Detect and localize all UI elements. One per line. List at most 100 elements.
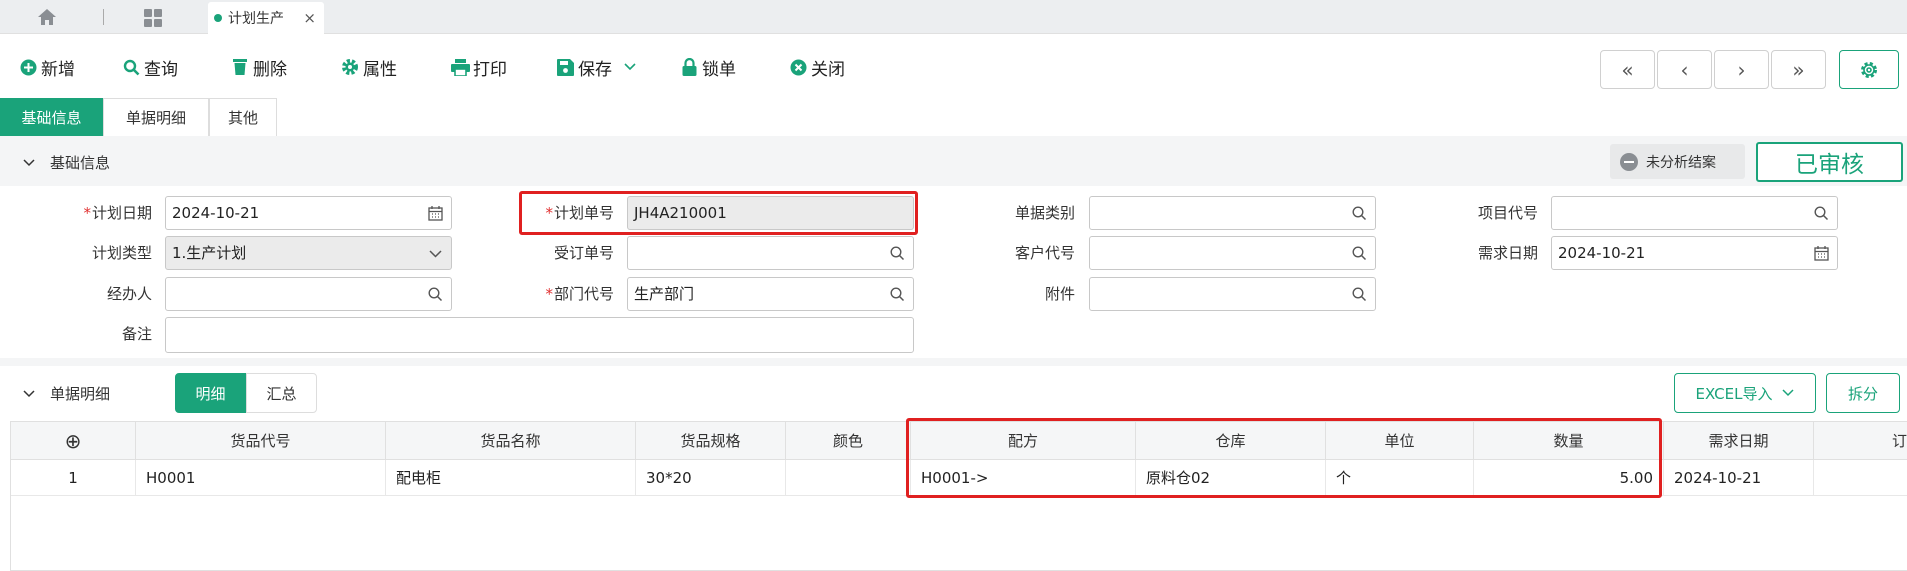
print-label: 打印 [473, 59, 507, 80]
query-label: 查询 [144, 59, 178, 80]
save-button[interactable]: 保存 [555, 56, 643, 80]
delete-label: 删除 [253, 59, 287, 80]
tab-plan-production[interactable]: 计划生产 × [208, 2, 324, 34]
query-button[interactable]: 查询 [121, 56, 178, 80]
col-header-item-spec[interactable]: 货品规格 [636, 422, 786, 460]
row-number: 1 [11, 460, 136, 496]
active-dot-icon [214, 14, 222, 22]
search-icon [121, 57, 141, 77]
properties-button[interactable]: 属性 [340, 56, 397, 80]
search-icon[interactable] [890, 287, 905, 302]
search-icon[interactable] [1352, 287, 1367, 302]
cell-demand-date[interactable]: 2024-10-21 [1664, 460, 1814, 496]
col-header-color[interactable]: 颜色 [786, 422, 911, 460]
plan-no-highlight [519, 191, 918, 235]
save-icon [555, 57, 575, 77]
chevron-down-icon[interactable] [428, 246, 443, 261]
basic-section-toggle[interactable]: 基础信息 [22, 152, 110, 173]
customer-code-label: 客户代号 [1014, 244, 1075, 262]
gear-icon [340, 57, 360, 77]
add-button[interactable]: 新增 [18, 56, 75, 80]
printer-icon [450, 57, 470, 77]
search-icon[interactable] [890, 246, 905, 261]
seg-summary[interactable]: 汇总 [246, 373, 317, 413]
first-record-button[interactable]: « [1600, 50, 1655, 89]
doc-type-label: 单据类别 [1014, 204, 1075, 222]
cell-item-name[interactable]: 配电柜 [386, 460, 636, 496]
search-icon[interactable] [1352, 246, 1367, 261]
detail-section-title: 单据明细 [50, 385, 111, 403]
cell-color[interactable] [786, 460, 911, 496]
col-header-item-name[interactable]: 货品名称 [386, 422, 636, 460]
close-button[interactable]: 关闭 [788, 56, 845, 80]
first-icon: « [1621, 57, 1634, 82]
tab-basic-info[interactable]: 基础信息 [0, 98, 103, 136]
search-icon[interactable] [1814, 206, 1829, 221]
remark-label: 备注 [121, 325, 152, 343]
minus-circle-icon [1620, 152, 1638, 171]
remark-field[interactable] [165, 317, 914, 353]
chevron-down-icon[interactable] [620, 57, 640, 77]
order-no-field[interactable] [627, 236, 914, 270]
section-divider [0, 358, 1907, 366]
plan-type-select[interactable]: 1.生产计划 [165, 236, 452, 270]
trash-icon [230, 57, 250, 77]
tab-other[interactable]: 其他 [209, 98, 277, 136]
handler-field[interactable] [165, 277, 452, 311]
demand-date-field[interactable]: 2024-10-21 [1551, 236, 1838, 270]
basic-section-title: 基础信息 [50, 154, 111, 172]
dept-code-field[interactable]: 生产部门 [627, 277, 914, 311]
approved-stamp: 已审核 [1756, 142, 1903, 182]
plus-circle-icon [18, 57, 38, 77]
order-no-label: 受订单号 [553, 244, 614, 262]
plan-date-label: *计划日期 [83, 204, 152, 222]
detail-section-toggle[interactable]: 单据明细 [22, 383, 110, 404]
lock-label: 锁单 [702, 59, 736, 80]
cell-partial[interactable] [1814, 460, 1907, 496]
prev-record-button[interactable]: ‹ [1657, 50, 1712, 89]
search-icon[interactable] [428, 287, 443, 302]
cell-item-code[interactable]: H0001 [136, 460, 386, 496]
tab-label: 计划生产 [228, 11, 284, 27]
close-circle-icon [788, 57, 808, 77]
add-label: 新增 [41, 59, 75, 80]
apps-grid-icon[interactable] [144, 9, 162, 27]
col-header-demand-date[interactable]: 需求日期 [1664, 422, 1814, 460]
calendar-icon[interactable] [428, 206, 443, 221]
plan-date-field[interactable]: 2024-10-21 [165, 196, 452, 230]
close-label: 关闭 [811, 59, 845, 80]
chevron-down-icon [23, 158, 35, 166]
chevron-down-icon [23, 389, 35, 397]
print-button[interactable]: 打印 [450, 56, 507, 80]
cell-item-spec[interactable]: 30*20 [636, 460, 786, 496]
demand-date-label: 需求日期 [1477, 244, 1538, 262]
unanalyzed-status-badge: 未分析结案 [1610, 144, 1745, 179]
col-header-partial[interactable]: 订 [1814, 422, 1907, 460]
add-row-icon[interactable]: ⊕ [11, 422, 136, 460]
customer-code-field[interactable] [1089, 236, 1376, 270]
doc-type-field[interactable] [1089, 196, 1376, 230]
search-icon[interactable] [1352, 206, 1367, 221]
prev-icon: ‹ [1680, 57, 1689, 82]
excel-import-button[interactable]: EXCEL导入 [1674, 373, 1816, 413]
seg-detail[interactable]: 明细 [175, 373, 246, 413]
split-button[interactable]: 拆分 [1826, 373, 1900, 413]
home-icon[interactable] [38, 9, 56, 25]
last-icon: » [1792, 57, 1805, 82]
settings-gear-icon [1861, 61, 1877, 78]
project-code-field[interactable] [1551, 196, 1838, 230]
handler-label: 经办人 [106, 285, 152, 303]
last-record-button[interactable]: » [1771, 50, 1826, 89]
tab-doc-detail[interactable]: 单据明细 [103, 98, 209, 136]
calendar-icon[interactable] [1814, 246, 1829, 261]
delete-button[interactable]: 删除 [230, 56, 287, 80]
lock-button[interactable]: 锁单 [679, 56, 736, 80]
settings-button[interactable] [1839, 50, 1899, 89]
detail-view-toggle: 明细 汇总 [175, 373, 317, 413]
next-icon: › [1737, 57, 1746, 82]
col-header-item-code[interactable]: 货品代号 [136, 422, 386, 460]
close-tab-icon[interactable]: × [303, 9, 316, 27]
attachment-field[interactable] [1089, 277, 1376, 311]
plan-type-label: 计划类型 [91, 244, 152, 262]
next-record-button[interactable]: › [1714, 50, 1769, 89]
